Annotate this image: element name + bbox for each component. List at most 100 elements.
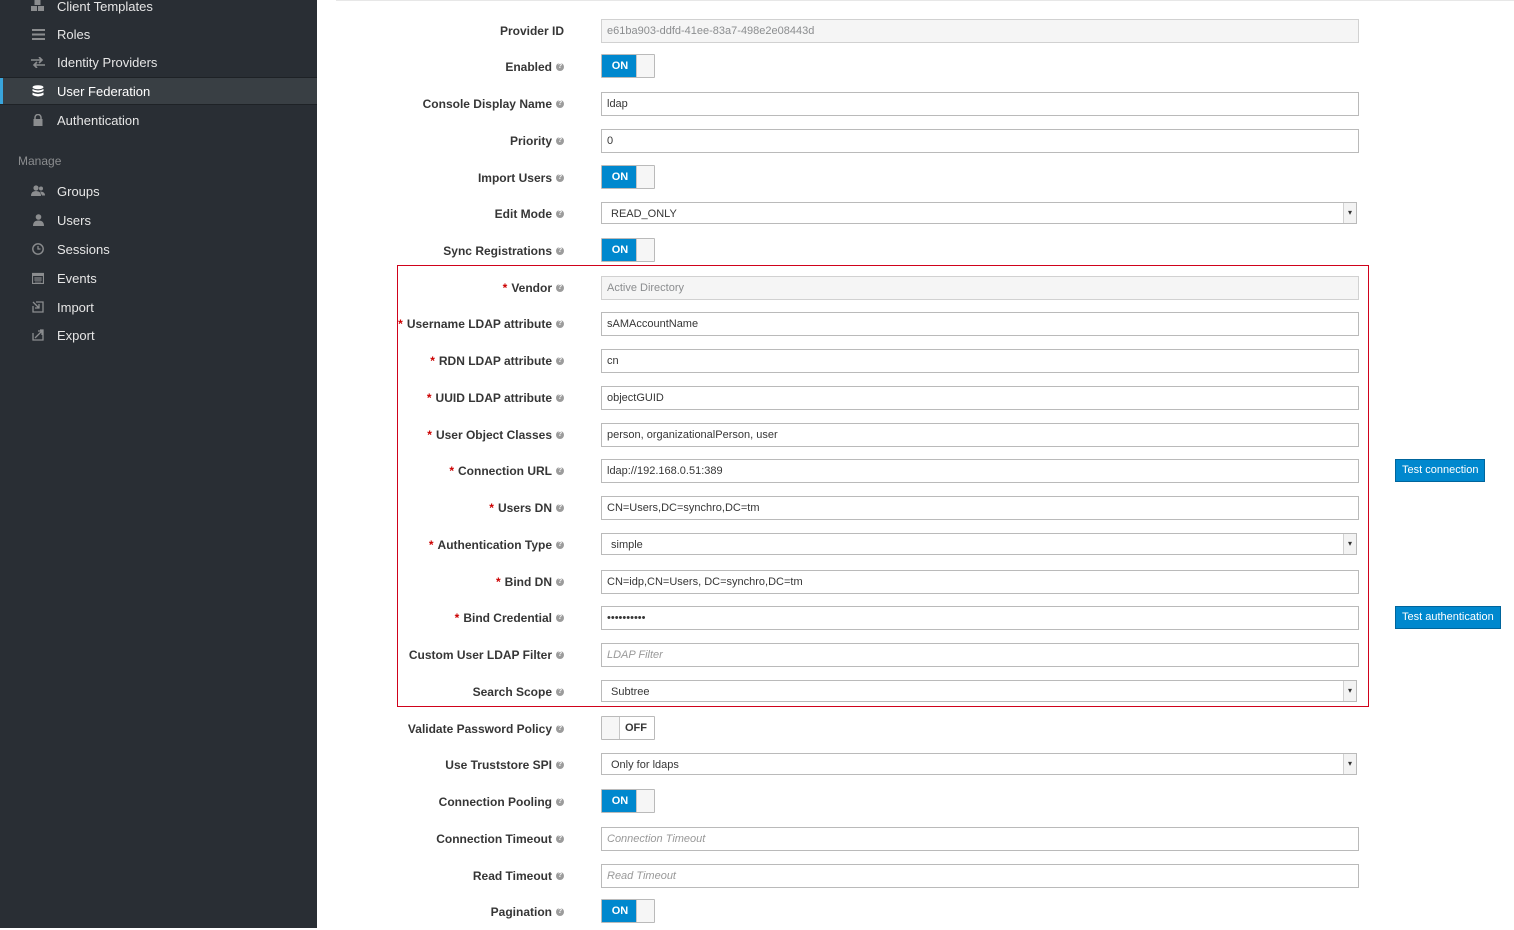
label-text: Custom User LDAP Filter bbox=[408, 648, 552, 662]
uuid-ldap-attribute-input[interactable] bbox=[601, 386, 1359, 410]
question-icon: ? bbox=[556, 577, 564, 586]
label-text: Search Scope bbox=[472, 685, 552, 699]
field-label: Read Timeout? bbox=[473, 864, 564, 888]
enabled-toggle[interactable]: ON bbox=[601, 54, 655, 78]
toggle-knob bbox=[636, 900, 654, 922]
authentication-type-select[interactable]: simple ▾ bbox=[601, 533, 1357, 555]
question-icon: ? bbox=[556, 724, 564, 733]
caret-down-icon: ▾ bbox=[1343, 754, 1356, 774]
label-text: Enabled bbox=[505, 60, 552, 74]
field-label: * UUID LDAP attribute? bbox=[427, 386, 564, 410]
row-rdn-ldap-attribute: * RDN LDAP attribute? bbox=[330, 349, 1514, 379]
question-icon: ? bbox=[556, 797, 564, 806]
row-priority: Priority? bbox=[330, 129, 1514, 159]
import-users-toggle[interactable]: ON bbox=[601, 165, 655, 189]
required-marker: * bbox=[426, 391, 432, 405]
label-text: Bind Credential bbox=[463, 611, 552, 625]
import-icon bbox=[31, 300, 45, 314]
use-truststore-spi-select[interactable]: Only for ldaps ▾ bbox=[601, 753, 1357, 775]
test-authentication-button[interactable]: Test authentication bbox=[1395, 606, 1501, 629]
caret-down-icon: ▾ bbox=[1343, 534, 1356, 554]
select-value: Subtree bbox=[611, 686, 650, 698]
read-timeout-input[interactable] bbox=[601, 864, 1359, 888]
username-ldap-attribute-input[interactable] bbox=[601, 312, 1359, 336]
label-text: Users DN bbox=[497, 501, 552, 515]
field-label: Edit Mode? bbox=[495, 202, 564, 226]
search-scope-select[interactable]: Subtree ▾ bbox=[601, 680, 1357, 702]
sidebar-item-label: Events bbox=[57, 270, 97, 286]
row-connection-timeout: Connection Timeout? bbox=[330, 827, 1514, 857]
provider-id-input[interactable] bbox=[601, 19, 1359, 43]
field-label: Connection Timeout? bbox=[436, 827, 564, 851]
content-top-border bbox=[336, 0, 1514, 1]
sidebar-item-user-federation[interactable]: User Federation bbox=[0, 77, 317, 105]
question-icon: ? bbox=[556, 173, 564, 182]
connection-url-input[interactable] bbox=[601, 459, 1359, 483]
label-text: Validate Password Policy bbox=[407, 722, 552, 736]
calendar-icon bbox=[31, 271, 45, 285]
sidebar-item-identity-providers[interactable]: Identity Providers bbox=[0, 48, 317, 76]
bind-dn-input[interactable] bbox=[601, 570, 1359, 594]
question-icon: ? bbox=[556, 540, 564, 549]
row-sync-registrations: Sync Registrations? ON bbox=[330, 238, 1514, 269]
field-label: Use Truststore SPI? bbox=[445, 753, 564, 777]
pagination-toggle[interactable]: ON bbox=[601, 899, 655, 923]
field-label: Enabled? bbox=[505, 55, 564, 79]
validate-password-policy-toggle[interactable]: OFF bbox=[601, 716, 655, 740]
test-connection-button[interactable]: Test connection bbox=[1395, 459, 1486, 482]
row-edit-mode: Edit Mode? READ_ONLY ▾ bbox=[330, 202, 1514, 232]
sidebar-item-roles[interactable]: Roles bbox=[0, 20, 317, 48]
sidebar-item-sessions[interactable]: Sessions bbox=[0, 235, 317, 263]
label-text: Pagination bbox=[490, 905, 552, 919]
question-icon: ? bbox=[556, 613, 564, 622]
label-text: RDN LDAP attribute bbox=[438, 354, 552, 368]
rdn-ldap-attribute-input[interactable] bbox=[601, 349, 1359, 373]
field-label: Console Display Name? bbox=[423, 92, 564, 116]
clock-icon bbox=[31, 242, 45, 256]
required-marker: * bbox=[454, 611, 460, 625]
sidebar-item-authentication[interactable]: Authentication bbox=[0, 106, 317, 134]
edit-mode-select[interactable]: READ_ONLY ▾ bbox=[601, 202, 1357, 224]
sidebar-item-import[interactable]: Import bbox=[0, 293, 317, 321]
sidebar-item-label: Users bbox=[57, 212, 91, 228]
required-marker: * bbox=[428, 538, 434, 552]
field-label: * Authentication Type? bbox=[429, 533, 564, 557]
sidebar-item-client-templates[interactable]: Client Templates bbox=[0, 0, 317, 20]
label-text: Authentication Type bbox=[437, 538, 552, 552]
row-bind-dn: * Bind DN? bbox=[330, 570, 1514, 600]
field-label: * RDN LDAP attribute? bbox=[430, 349, 564, 373]
required-marker: * bbox=[489, 501, 494, 515]
question-icon: ? bbox=[556, 99, 564, 108]
sidebar-item-label: Identity Providers bbox=[57, 54, 158, 70]
label-text: User Object Classes bbox=[435, 428, 552, 442]
console-display-name-input[interactable] bbox=[601, 92, 1359, 116]
question-icon: ? bbox=[556, 62, 564, 71]
bind-credential-input[interactable] bbox=[601, 606, 1359, 630]
sidebar-item-events[interactable]: Events bbox=[0, 264, 317, 292]
label-text: Sync Registrations bbox=[443, 244, 552, 258]
vendor-input[interactable] bbox=[601, 276, 1359, 300]
toggle-knob bbox=[636, 790, 654, 812]
label-text: Priority bbox=[509, 134, 552, 148]
label-text: Bind DN bbox=[504, 575, 552, 589]
connection-pooling-toggle[interactable]: ON bbox=[601, 789, 655, 813]
user-object-classes-input[interactable] bbox=[601, 423, 1359, 447]
field-label: Priority? bbox=[510, 129, 564, 153]
field-label: * Bind Credential? bbox=[455, 606, 564, 630]
sidebar-item-label: Client Templates bbox=[57, 0, 153, 14]
question-icon: ? bbox=[556, 393, 564, 402]
users-dn-input[interactable] bbox=[601, 496, 1359, 520]
sidebar-item-export[interactable]: Export bbox=[0, 321, 317, 349]
sidebar-item-users[interactable]: Users bbox=[0, 206, 317, 234]
row-custom-user-ldap-filter: Custom User LDAP Filter? bbox=[330, 643, 1514, 673]
sidebar-item-groups[interactable]: Groups bbox=[0, 177, 317, 205]
connection-timeout-input[interactable] bbox=[601, 827, 1359, 851]
field-label: * Vendor? bbox=[503, 276, 564, 300]
sync-registrations-toggle[interactable]: ON bbox=[601, 238, 655, 262]
priority-input[interactable] bbox=[601, 129, 1359, 153]
label-text: Connection Timeout bbox=[436, 832, 552, 846]
question-icon: ? bbox=[556, 430, 564, 439]
custom-user-ldap-filter-input[interactable] bbox=[601, 643, 1359, 667]
row-validate-password-policy: Validate Password Policy? OFF bbox=[330, 716, 1514, 747]
database-icon bbox=[31, 84, 45, 98]
